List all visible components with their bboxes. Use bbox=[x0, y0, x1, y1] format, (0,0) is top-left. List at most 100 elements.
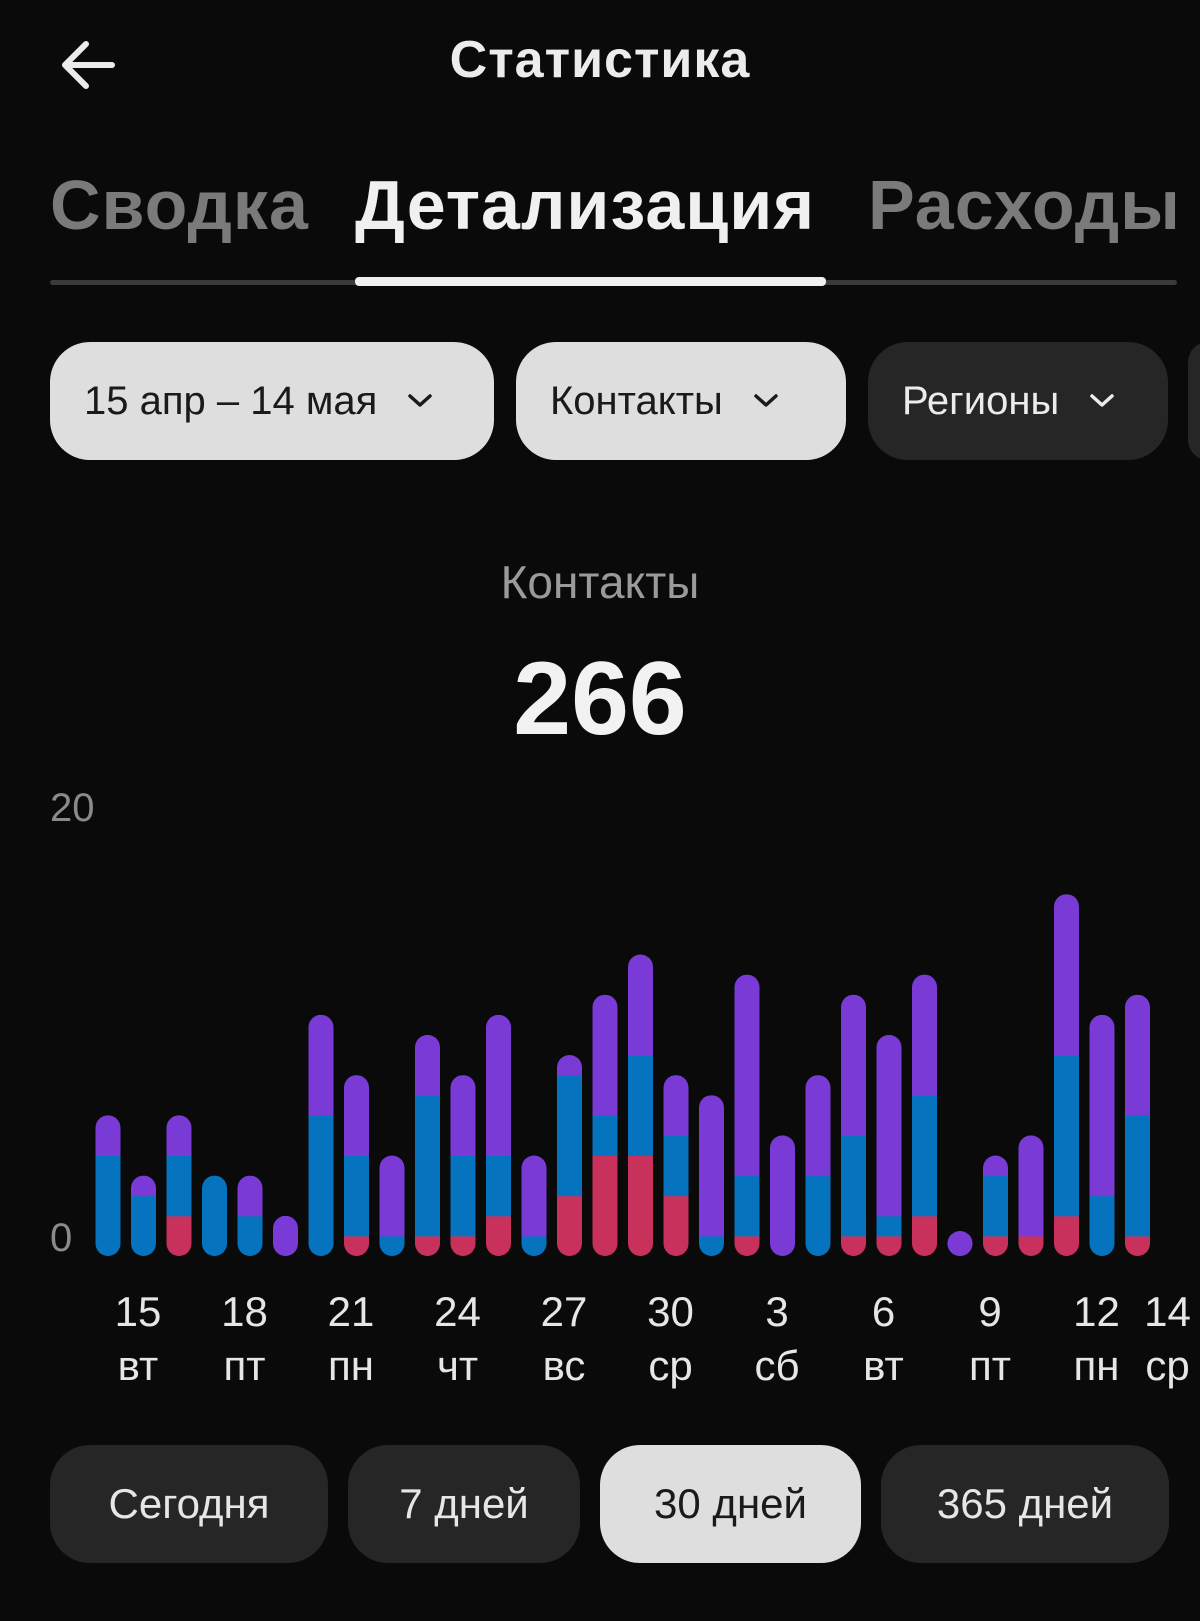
bar-segment-24-2 bbox=[415, 1034, 440, 1096]
bar-segment-26-0 bbox=[486, 1215, 511, 1256]
bar-segment-15-2 bbox=[95, 1115, 121, 1156]
metric-dropdown-label: Контакты bbox=[550, 378, 723, 423]
bar-segment-10-0 bbox=[983, 1235, 1008, 1256]
bar-segment-29-0 bbox=[592, 1155, 618, 1256]
bar-22[interactable] bbox=[344, 1075, 369, 1256]
bar-segment-27-1 bbox=[521, 1235, 547, 1256]
x-tick-weekday: вт bbox=[863, 1342, 904, 1389]
bar-10[interactable] bbox=[983, 1155, 1008, 1257]
bar-1[interactable] bbox=[663, 1075, 689, 1256]
bar-segment-28-2 bbox=[557, 1055, 582, 1076]
metric-total: 266 bbox=[513, 641, 687, 757]
bar-segment-16-2 bbox=[131, 1175, 156, 1197]
bar-segment-7-0 bbox=[876, 1235, 902, 1256]
bar-segment-25-2 bbox=[450, 1075, 476, 1156]
bar-segment-22-1 bbox=[344, 1155, 369, 1237]
bar-21[interactable] bbox=[308, 1014, 334, 1257]
bar-7[interactable] bbox=[876, 1034, 902, 1257]
page-title: Статистика bbox=[449, 31, 751, 89]
x-tick-weekday: ср bbox=[648, 1342, 692, 1389]
x-tick-day: 3 bbox=[765, 1288, 788, 1335]
bar-segment-10-1 bbox=[983, 1175, 1008, 1237]
x-tick-weekday: вс bbox=[543, 1342, 586, 1389]
x-tick-day: 27 bbox=[541, 1288, 588, 1335]
contacts-bar-chart: 15 вт 18 пт 21 пн 24 чт 27 вс 30 ср 3 сб 6 вт 9 пт 12 пн 14 с… bbox=[95, 894, 1191, 1389]
period-today-button[interactable]: Сегодня bbox=[50, 1445, 328, 1563]
tab-expenses[interactable]: Расходы bbox=[868, 165, 1181, 245]
chevron-down-icon bbox=[754, 394, 778, 407]
bar-segment-21-1 bbox=[308, 1115, 334, 1256]
x-tick-weekday: пт bbox=[224, 1342, 266, 1389]
bar-8[interactable] bbox=[912, 974, 937, 1257]
bar-segment-23-2 bbox=[379, 1155, 405, 1237]
x-tick-day: 12 bbox=[1073, 1288, 1120, 1335]
period-30-days-button[interactable]: 30 дней bbox=[600, 1445, 861, 1563]
bar-segment-16-1 bbox=[131, 1195, 156, 1257]
bar-6[interactable] bbox=[841, 994, 866, 1257]
bar-segment-18-1 bbox=[202, 1175, 227, 1257]
bar-segment-27-2 bbox=[521, 1155, 547, 1237]
bar-23[interactable] bbox=[379, 1155, 405, 1257]
bar-segment-6-0 bbox=[841, 1235, 866, 1256]
bar-14[interactable] bbox=[1125, 994, 1150, 1257]
bar-9[interactable] bbox=[947, 1231, 973, 1257]
bar-segment-8-0 bbox=[912, 1215, 937, 1256]
bar-30[interactable] bbox=[628, 954, 653, 1257]
bar-segment-12-0 bbox=[1054, 1215, 1079, 1256]
regions-dropdown[interactable]: Регионы bbox=[868, 342, 1168, 460]
bar-25[interactable] bbox=[450, 1075, 476, 1256]
bar-26[interactable] bbox=[486, 1014, 511, 1257]
date-range-dropdown[interactable]: 15 апр – 14 мая bbox=[50, 342, 494, 460]
bar-3[interactable] bbox=[734, 974, 760, 1257]
bar-segment-30-1 bbox=[628, 1055, 653, 1156]
bar-12[interactable] bbox=[1054, 894, 1079, 1256]
bar-segment-8-2 bbox=[912, 974, 937, 1096]
more-filters-chip[interactable] bbox=[1188, 342, 1200, 460]
x-tick-day: 30 bbox=[647, 1288, 694, 1335]
x-tick-weekday: пн bbox=[328, 1342, 374, 1389]
bar-5[interactable] bbox=[805, 1075, 831, 1256]
bar-13[interactable] bbox=[1089, 1014, 1115, 1257]
bar-segment-12-1 bbox=[1054, 1055, 1079, 1217]
bar-18[interactable] bbox=[202, 1175, 227, 1257]
bar-segment-13-2 bbox=[1089, 1014, 1115, 1197]
bar-11[interactable] bbox=[1018, 1135, 1044, 1256]
bar-16[interactable] bbox=[131, 1175, 156, 1257]
bar-19[interactable] bbox=[237, 1175, 263, 1257]
x-tick-day: 6 bbox=[872, 1288, 895, 1335]
bar-segment-21-2 bbox=[308, 1014, 334, 1116]
bar-segment-5-2 bbox=[805, 1075, 831, 1177]
tab-details[interactable]: Детализация bbox=[355, 165, 815, 245]
period-365-days-button[interactable]: 365 дней bbox=[881, 1445, 1169, 1563]
x-tick-weekday: чт bbox=[437, 1342, 478, 1389]
bar-segment-29-2 bbox=[592, 994, 618, 1116]
bar-segment-22-0 bbox=[344, 1235, 369, 1256]
bar-27[interactable] bbox=[521, 1155, 547, 1257]
tab-summary[interactable]: Сводка bbox=[50, 165, 309, 245]
metric-dropdown[interactable]: Контакты bbox=[516, 342, 846, 460]
bar-segment-8-1 bbox=[912, 1095, 937, 1217]
x-tick-day: 9 bbox=[978, 1288, 1001, 1335]
bar-29[interactable] bbox=[592, 994, 618, 1257]
bar-segment-2-2 bbox=[699, 1095, 724, 1237]
bar-segment-30-0 bbox=[628, 1155, 653, 1256]
bar-segment-12-2 bbox=[1054, 894, 1079, 1056]
bar-28[interactable] bbox=[557, 1055, 582, 1257]
period-7-days-button[interactable]: 7 дней bbox=[348, 1445, 580, 1563]
bar-17[interactable] bbox=[166, 1115, 192, 1256]
bar-segment-11-0 bbox=[1018, 1235, 1044, 1256]
bar-segment-3-2 bbox=[734, 974, 760, 1177]
tab-bar: Сводка Детализация Расходы bbox=[50, 165, 1180, 290]
bar-2[interactable] bbox=[699, 1095, 724, 1257]
bar-segment-2-1 bbox=[699, 1235, 724, 1257]
bar-20[interactable] bbox=[273, 1215, 298, 1257]
bar-segment-29-1 bbox=[592, 1115, 618, 1156]
x-tick-weekday: пн bbox=[1074, 1342, 1120, 1389]
bar-15[interactable] bbox=[95, 1115, 121, 1256]
x-tick-weekday: пт bbox=[969, 1342, 1011, 1389]
bar-24[interactable] bbox=[415, 1034, 440, 1257]
bar-segment-1-2 bbox=[663, 1075, 689, 1136]
date-range-label: 15 апр – 14 мая bbox=[84, 378, 378, 423]
x-tick-weekday: вт bbox=[118, 1342, 159, 1389]
bar-4[interactable] bbox=[770, 1135, 795, 1256]
